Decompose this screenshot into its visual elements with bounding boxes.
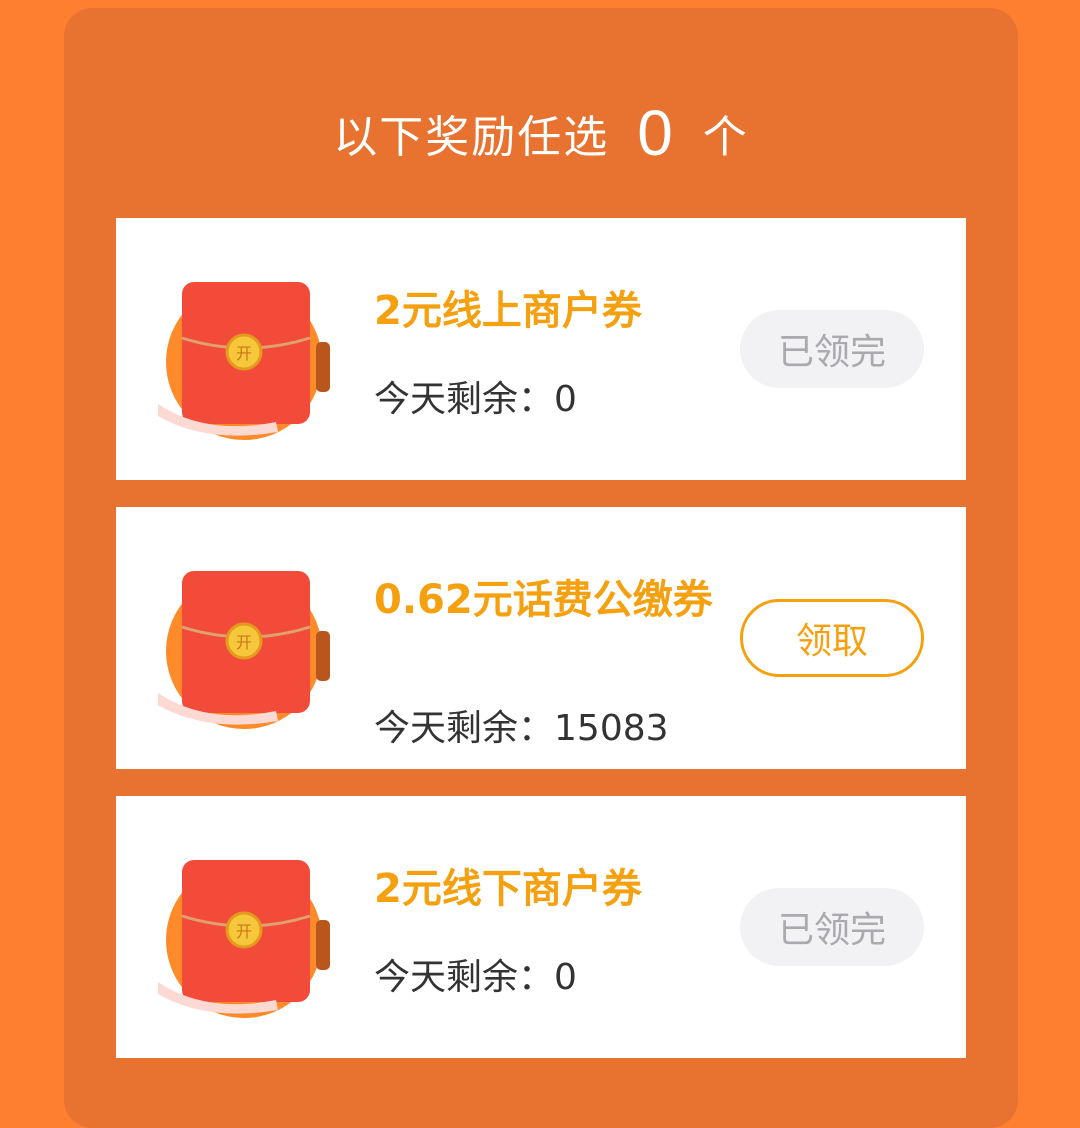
claim-button[interactable]: 领取 (740, 599, 924, 677)
svg-text:开: 开 (236, 633, 252, 652)
reward-card: 开 2元线下商户券 今天剩余：0 已领完 (108, 796, 974, 1058)
reward-title: 2元线下商户券 (374, 866, 642, 912)
claimed-button[interactable]: 已领完 (740, 888, 924, 966)
remaining-label: 今天剩余： (374, 708, 555, 749)
remaining-label: 今天剩余： (374, 957, 555, 998)
remaining-value: 0 (554, 957, 577, 998)
svg-text:开: 开 (236, 344, 252, 363)
reward-title: 2元线上商户券 (374, 288, 642, 334)
red-packet-icon: 开 (158, 860, 330, 1018)
reward-title: 0.62元话费公缴券 (374, 577, 713, 623)
header-suffix: 个 (702, 112, 749, 163)
red-packet-icon: 开 (158, 282, 330, 440)
red-packet-icon: 开 (158, 571, 330, 729)
selectable-count: 0 (637, 97, 675, 169)
remaining-today: 今天剩余：0 (374, 956, 577, 1000)
claimed-button[interactable]: 已领完 (740, 310, 924, 388)
svg-text:开: 开 (236, 922, 252, 941)
rewards-header: 以下奖励任选 0 个 (64, 78, 1018, 188)
remaining-label: 今天剩余： (374, 379, 555, 420)
remaining-value: 15083 (554, 708, 669, 749)
remaining-today: 今天剩余：0 (374, 378, 577, 422)
remaining-today: 今天剩余：15083 (374, 707, 669, 751)
remaining-value: 0 (554, 379, 577, 420)
header-prefix: 以下奖励任选 (333, 112, 610, 163)
reward-card: 开 2元线上商户券 今天剩余：0 已领完 (108, 218, 974, 480)
reward-card: 开 0.62元话费公缴券 今天剩余：15083 领取 (108, 507, 974, 769)
